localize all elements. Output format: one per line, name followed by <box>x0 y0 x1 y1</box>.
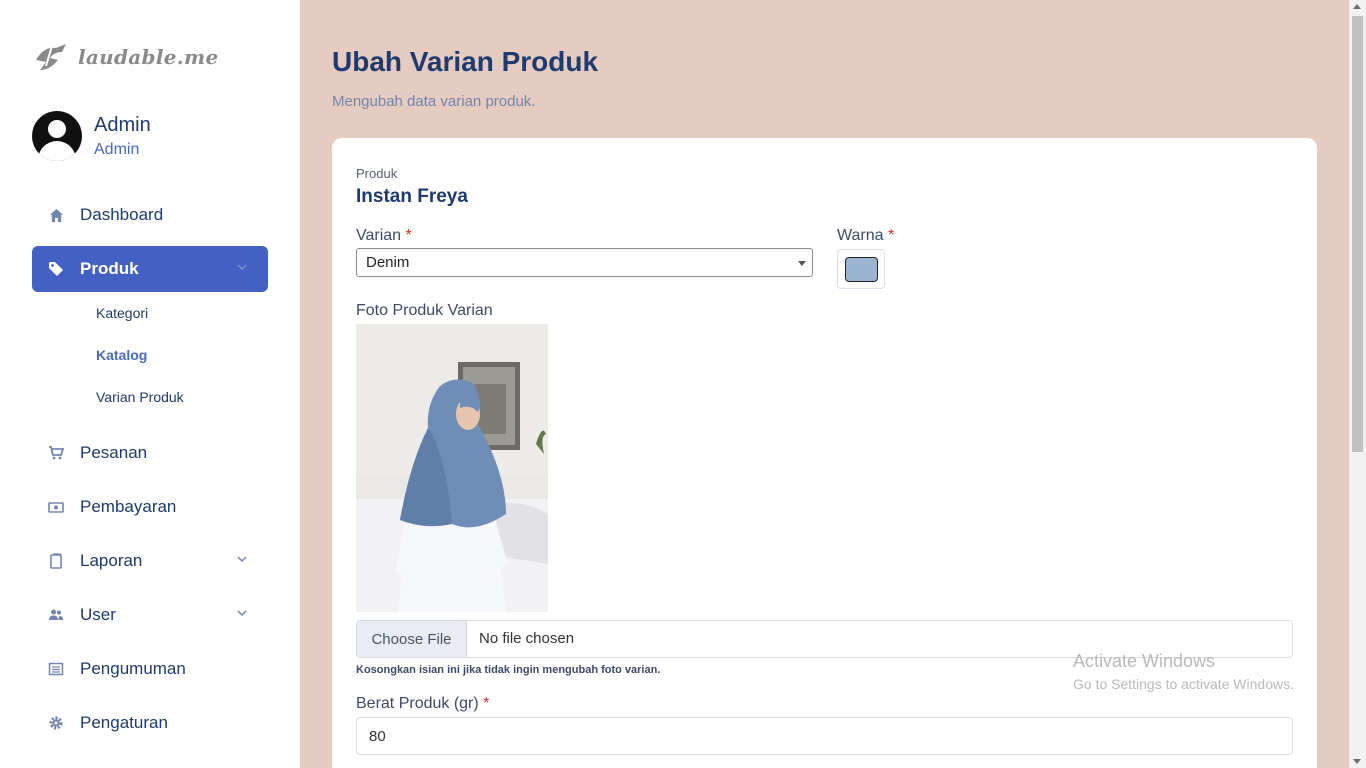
sidebar-item-pengaturan[interactable]: Pengaturan <box>32 700 268 746</box>
dropdown-arrow-icon <box>798 261 806 266</box>
chevron-down-icon <box>237 264 247 271</box>
sidebar-item-pengumuman[interactable]: Pengumuman <box>32 646 268 692</box>
chevron-down-icon <box>237 610 247 617</box>
color-label: Warna * <box>837 227 895 244</box>
logo-mark-icon <box>36 44 66 70</box>
brand-logo[interactable]: laudable.me <box>32 40 219 74</box>
choose-file-button[interactable]: Choose File <box>357 621 467 657</box>
users-icon <box>48 607 64 623</box>
sidebar-item-label: Pesanan <box>80 443 148 462</box>
scroll-up-arrow-icon[interactable] <box>1353 4 1361 9</box>
scroll-down-arrow-icon[interactable] <box>1353 759 1361 764</box>
photo-label: Foto Produk Varian <box>356 302 493 319</box>
logo-text: laudable.me <box>78 45 219 69</box>
sidebar-item-label: Pengumuman <box>80 659 186 678</box>
sidebar-item-label: Pengaturan <box>80 713 168 732</box>
sidebar-item-pembayaran[interactable]: Pembayaran <box>32 484 268 530</box>
sidebar-item-user[interactable]: User <box>32 592 268 638</box>
weight-input[interactable]: 80 <box>356 717 1293 755</box>
sidebar-item-laporan[interactable]: Laporan <box>32 538 268 584</box>
page-subtitle: Mengubah data varian produk. <box>332 93 536 110</box>
sidebar-subitem-varian-produk[interactable]: Varian Produk <box>32 376 268 418</box>
gear-icon <box>48 715 64 731</box>
required-mark: * <box>887 227 895 244</box>
newspaper-icon <box>48 661 64 677</box>
file-status: No file chosen <box>479 630 575 647</box>
variant-label: Varian * <box>356 227 412 244</box>
variant-select[interactable]: Denim <box>356 248 813 277</box>
windows-activation-watermark: Activate Windows Go to Settings to activ… <box>1073 651 1294 692</box>
weight-value: 80 <box>369 728 386 745</box>
cart-icon <box>48 445 64 461</box>
watermark-line2: Go to Settings to activate Windows. <box>1073 676 1294 692</box>
sidebar-item-pesanan[interactable]: Pesanan <box>32 430 268 476</box>
product-name: Instan Freya <box>356 186 468 207</box>
scroll-thumb[interactable] <box>1352 16 1363 452</box>
photo-hint: Kosongkan isian ini jika tidak ingin men… <box>356 664 661 676</box>
tag-icon <box>48 261 64 277</box>
sidebar-item-label: Produk <box>80 259 139 278</box>
product-label: Produk <box>356 166 398 181</box>
sidebar-item-dashboard[interactable]: Dashboard <box>32 192 268 238</box>
profile-name: Admin <box>94 113 151 136</box>
required-mark: * <box>405 227 412 244</box>
required-mark: * <box>483 695 490 712</box>
sidebar-item-produk[interactable]: Produk <box>32 246 268 292</box>
weight-label: Berat Produk (gr) * <box>356 695 490 712</box>
sidebar-item-label: Laporan <box>80 551 143 570</box>
document-icon <box>48 553 64 569</box>
color-picker[interactable] <box>837 249 885 289</box>
avatar <box>32 111 82 161</box>
sidebar: laudable.me Admin Admin Dashboard Produk… <box>0 0 300 768</box>
sidebar-subitem-kategori[interactable]: Kategori <box>32 292 268 334</box>
sidebar-subitem-katalog[interactable]: Katalog <box>32 334 268 376</box>
sidebar-item-label: Pembayaran <box>80 497 177 516</box>
watermark-line1: Activate Windows <box>1073 651 1216 671</box>
sidebar-item-label: Dashboard <box>80 205 164 224</box>
color-swatch <box>845 257 878 282</box>
home-icon <box>48 207 64 223</box>
page-title: Ubah Varian Produk <box>332 46 599 77</box>
variant-photo <box>356 324 548 612</box>
money-icon <box>48 499 64 515</box>
vertical-scrollbar[interactable] <box>1349 0 1366 768</box>
sidebar-item-label: User <box>80 605 116 624</box>
profile-role: Admin <box>94 140 140 158</box>
sidebar-nav: Dashboard Produk Kategori Katalog Varian… <box>32 192 268 746</box>
user-profile: Admin Admin <box>32 111 151 161</box>
variant-selected-value: Denim <box>366 254 410 271</box>
chevron-down-icon <box>237 556 247 563</box>
